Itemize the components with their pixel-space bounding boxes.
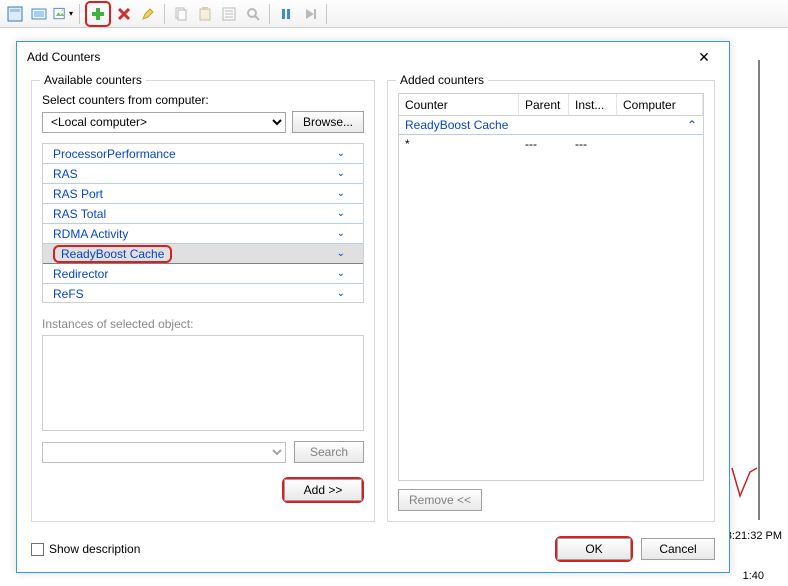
chevron-up-icon: ⌃ xyxy=(687,118,697,132)
computer-select[interactable]: <Local computer> xyxy=(42,112,286,133)
ok-button-highlight: OK xyxy=(555,536,633,562)
counter-item-selected[interactable]: ReadyBoost Cache ⌄ xyxy=(43,244,363,264)
dialog-title: Add Counters xyxy=(27,50,689,64)
chevron-down-icon: ⌄ xyxy=(337,228,345,239)
close-icon[interactable]: ✕ xyxy=(689,45,719,69)
ok-button[interactable]: OK xyxy=(557,538,631,560)
pause-icon[interactable] xyxy=(275,3,297,25)
counter-item-label: RAS xyxy=(53,167,78,181)
show-description-checkbox[interactable]: Show description xyxy=(31,542,140,556)
chart-edge xyxy=(758,60,760,520)
show-description-label: Show description xyxy=(49,542,140,556)
highlight-icon[interactable] xyxy=(137,3,159,25)
add-button-highlight: Add >> xyxy=(282,477,364,503)
counter-item[interactable]: RDMA Activity ⌄ xyxy=(43,224,363,244)
search-button[interactable]: Search xyxy=(294,441,364,463)
counter-item[interactable]: ReFS ⌄ xyxy=(43,284,363,303)
counter-item[interactable]: ProcessorPerformance ⌄ xyxy=(43,144,363,164)
added-counters-group: Added counters Counter Parent Inst... Co… xyxy=(387,80,715,522)
chevron-down-icon: ⌄ xyxy=(337,188,345,199)
chevron-down-icon: ⌄ xyxy=(337,288,345,299)
copy-icon[interactable] xyxy=(170,3,192,25)
table-row[interactable]: * --- --- xyxy=(399,135,703,153)
cancel-button[interactable]: Cancel xyxy=(641,538,715,560)
counter-item-label: Redirector xyxy=(53,267,108,281)
cell-computer xyxy=(623,137,697,151)
counter-item-label: ProcessorPerformance xyxy=(53,147,176,161)
counter-item[interactable]: RAS Port ⌄ xyxy=(43,184,363,204)
counter-item[interactable]: RAS Total ⌄ xyxy=(43,204,363,224)
available-counters-group: Available counters Select counters from … xyxy=(31,80,375,522)
cell-inst: --- xyxy=(575,137,623,151)
counter-item[interactable]: Redirector ⌄ xyxy=(43,264,363,284)
col-computer[interactable]: Computer xyxy=(617,94,703,115)
browse-button[interactable]: Browse... xyxy=(292,111,364,133)
zoom-icon[interactable] xyxy=(242,3,264,25)
chevron-down-icon: ⌄ xyxy=(337,268,345,279)
available-legend: Available counters xyxy=(40,73,146,87)
added-legend: Added counters xyxy=(396,73,488,87)
cell-counter: * xyxy=(405,137,525,151)
table-header: Counter Parent Inst... Computer xyxy=(399,94,703,116)
about-icon[interactable] xyxy=(4,3,26,25)
group-row[interactable]: ReadyBoost Cache ⌃ xyxy=(399,116,703,135)
add-button-highlight xyxy=(85,1,111,27)
titlebar: Add Counters ✕ xyxy=(17,42,729,72)
chart-line xyxy=(730,466,758,506)
add-button[interactable]: Add >> xyxy=(284,479,362,501)
delete-icon[interactable] xyxy=(113,3,135,25)
counter-item-label: RDMA Activity xyxy=(53,227,128,241)
instance-search-input[interactable] xyxy=(42,442,286,463)
separator xyxy=(164,4,165,24)
toolbar: ▾ xyxy=(0,0,788,28)
chevron-down-icon: ⌄ xyxy=(337,248,345,259)
counter-item-label: RAS Port xyxy=(53,187,103,201)
paste-icon[interactable] xyxy=(194,3,216,25)
chevron-down-icon: ⌄ xyxy=(337,168,345,179)
separator xyxy=(269,4,270,24)
separator xyxy=(79,4,80,24)
counter-list[interactable]: ProcessorPerformance ⌄ RAS ⌄ RAS Port ⌄ RAS… xyxy=(42,143,364,303)
chevron-down-icon: ⌄ xyxy=(337,148,345,159)
added-counters-table: Counter Parent Inst... Computer ReadyBoo… xyxy=(398,93,704,481)
time-axis-label: 1:40 xyxy=(743,570,764,582)
instances-label: Instances of selected object: xyxy=(42,317,364,331)
timestamp: 3:21:32 PM xyxy=(726,530,782,542)
col-inst[interactable]: Inst... xyxy=(569,94,617,115)
col-parent[interactable]: Parent xyxy=(519,94,569,115)
add-icon[interactable] xyxy=(87,3,109,25)
select-computer-label: Select counters from computer: xyxy=(42,93,364,107)
cell-parent: --- xyxy=(525,137,575,151)
separator xyxy=(326,4,327,24)
play-icon[interactable] xyxy=(299,3,321,25)
chevron-down-icon: ⌄ xyxy=(337,208,345,219)
col-counter[interactable]: Counter xyxy=(399,94,519,115)
remove-button[interactable]: Remove << xyxy=(398,489,482,511)
image-menu-icon[interactable]: ▾ xyxy=(52,3,74,25)
counter-item-label: ReadyBoost Cache xyxy=(61,247,164,261)
checkbox-icon xyxy=(31,543,44,556)
selected-counter-highlight: ReadyBoost Cache xyxy=(53,245,172,263)
properties-icon[interactable] xyxy=(218,3,240,25)
group-row-label: ReadyBoost Cache xyxy=(405,118,687,132)
add-counters-dialog: Add Counters ✕ Available counters Select… xyxy=(16,41,730,573)
counter-item[interactable]: RAS ⌄ xyxy=(43,164,363,184)
counter-item-label: ReFS xyxy=(53,287,84,301)
counter-item-label: RAS Total xyxy=(53,207,106,221)
dialog-footer: Show description OK Cancel xyxy=(17,530,729,572)
instances-list[interactable] xyxy=(42,335,364,431)
screenshot-icon[interactable] xyxy=(28,3,50,25)
